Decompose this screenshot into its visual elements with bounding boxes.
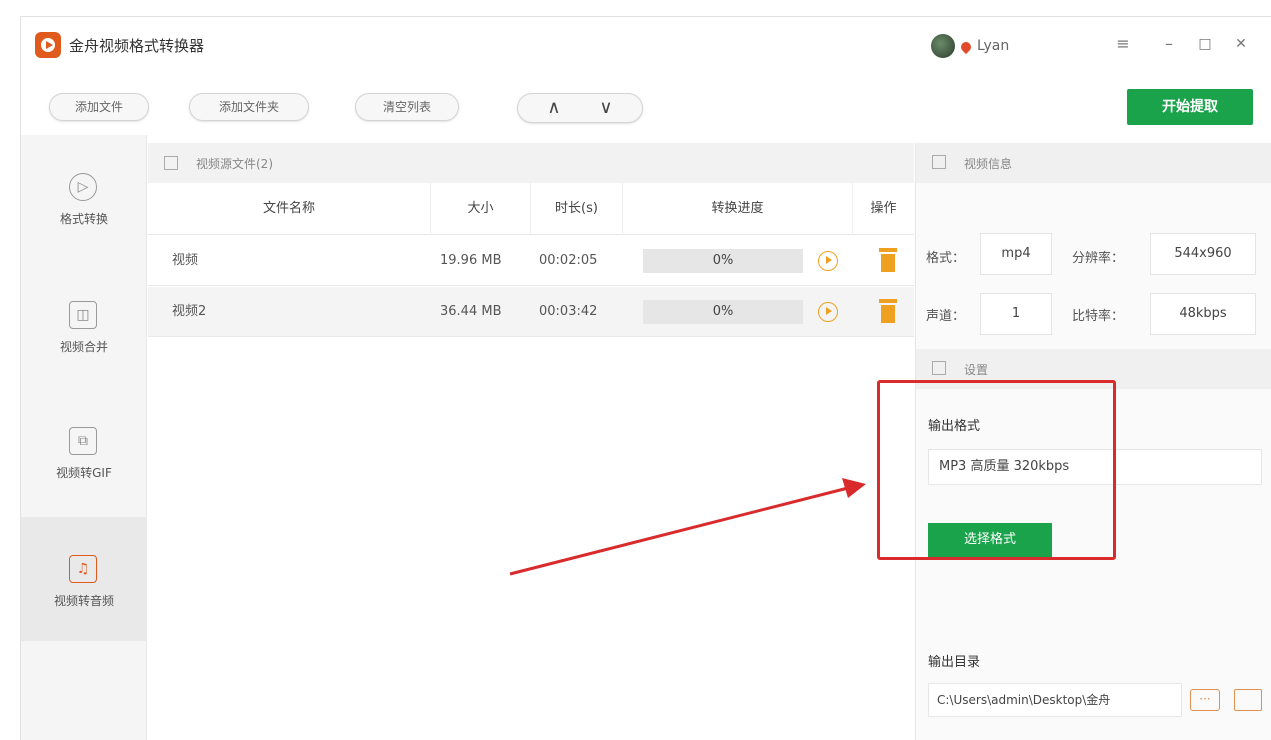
annotation-arrow [509, 478, 866, 576]
